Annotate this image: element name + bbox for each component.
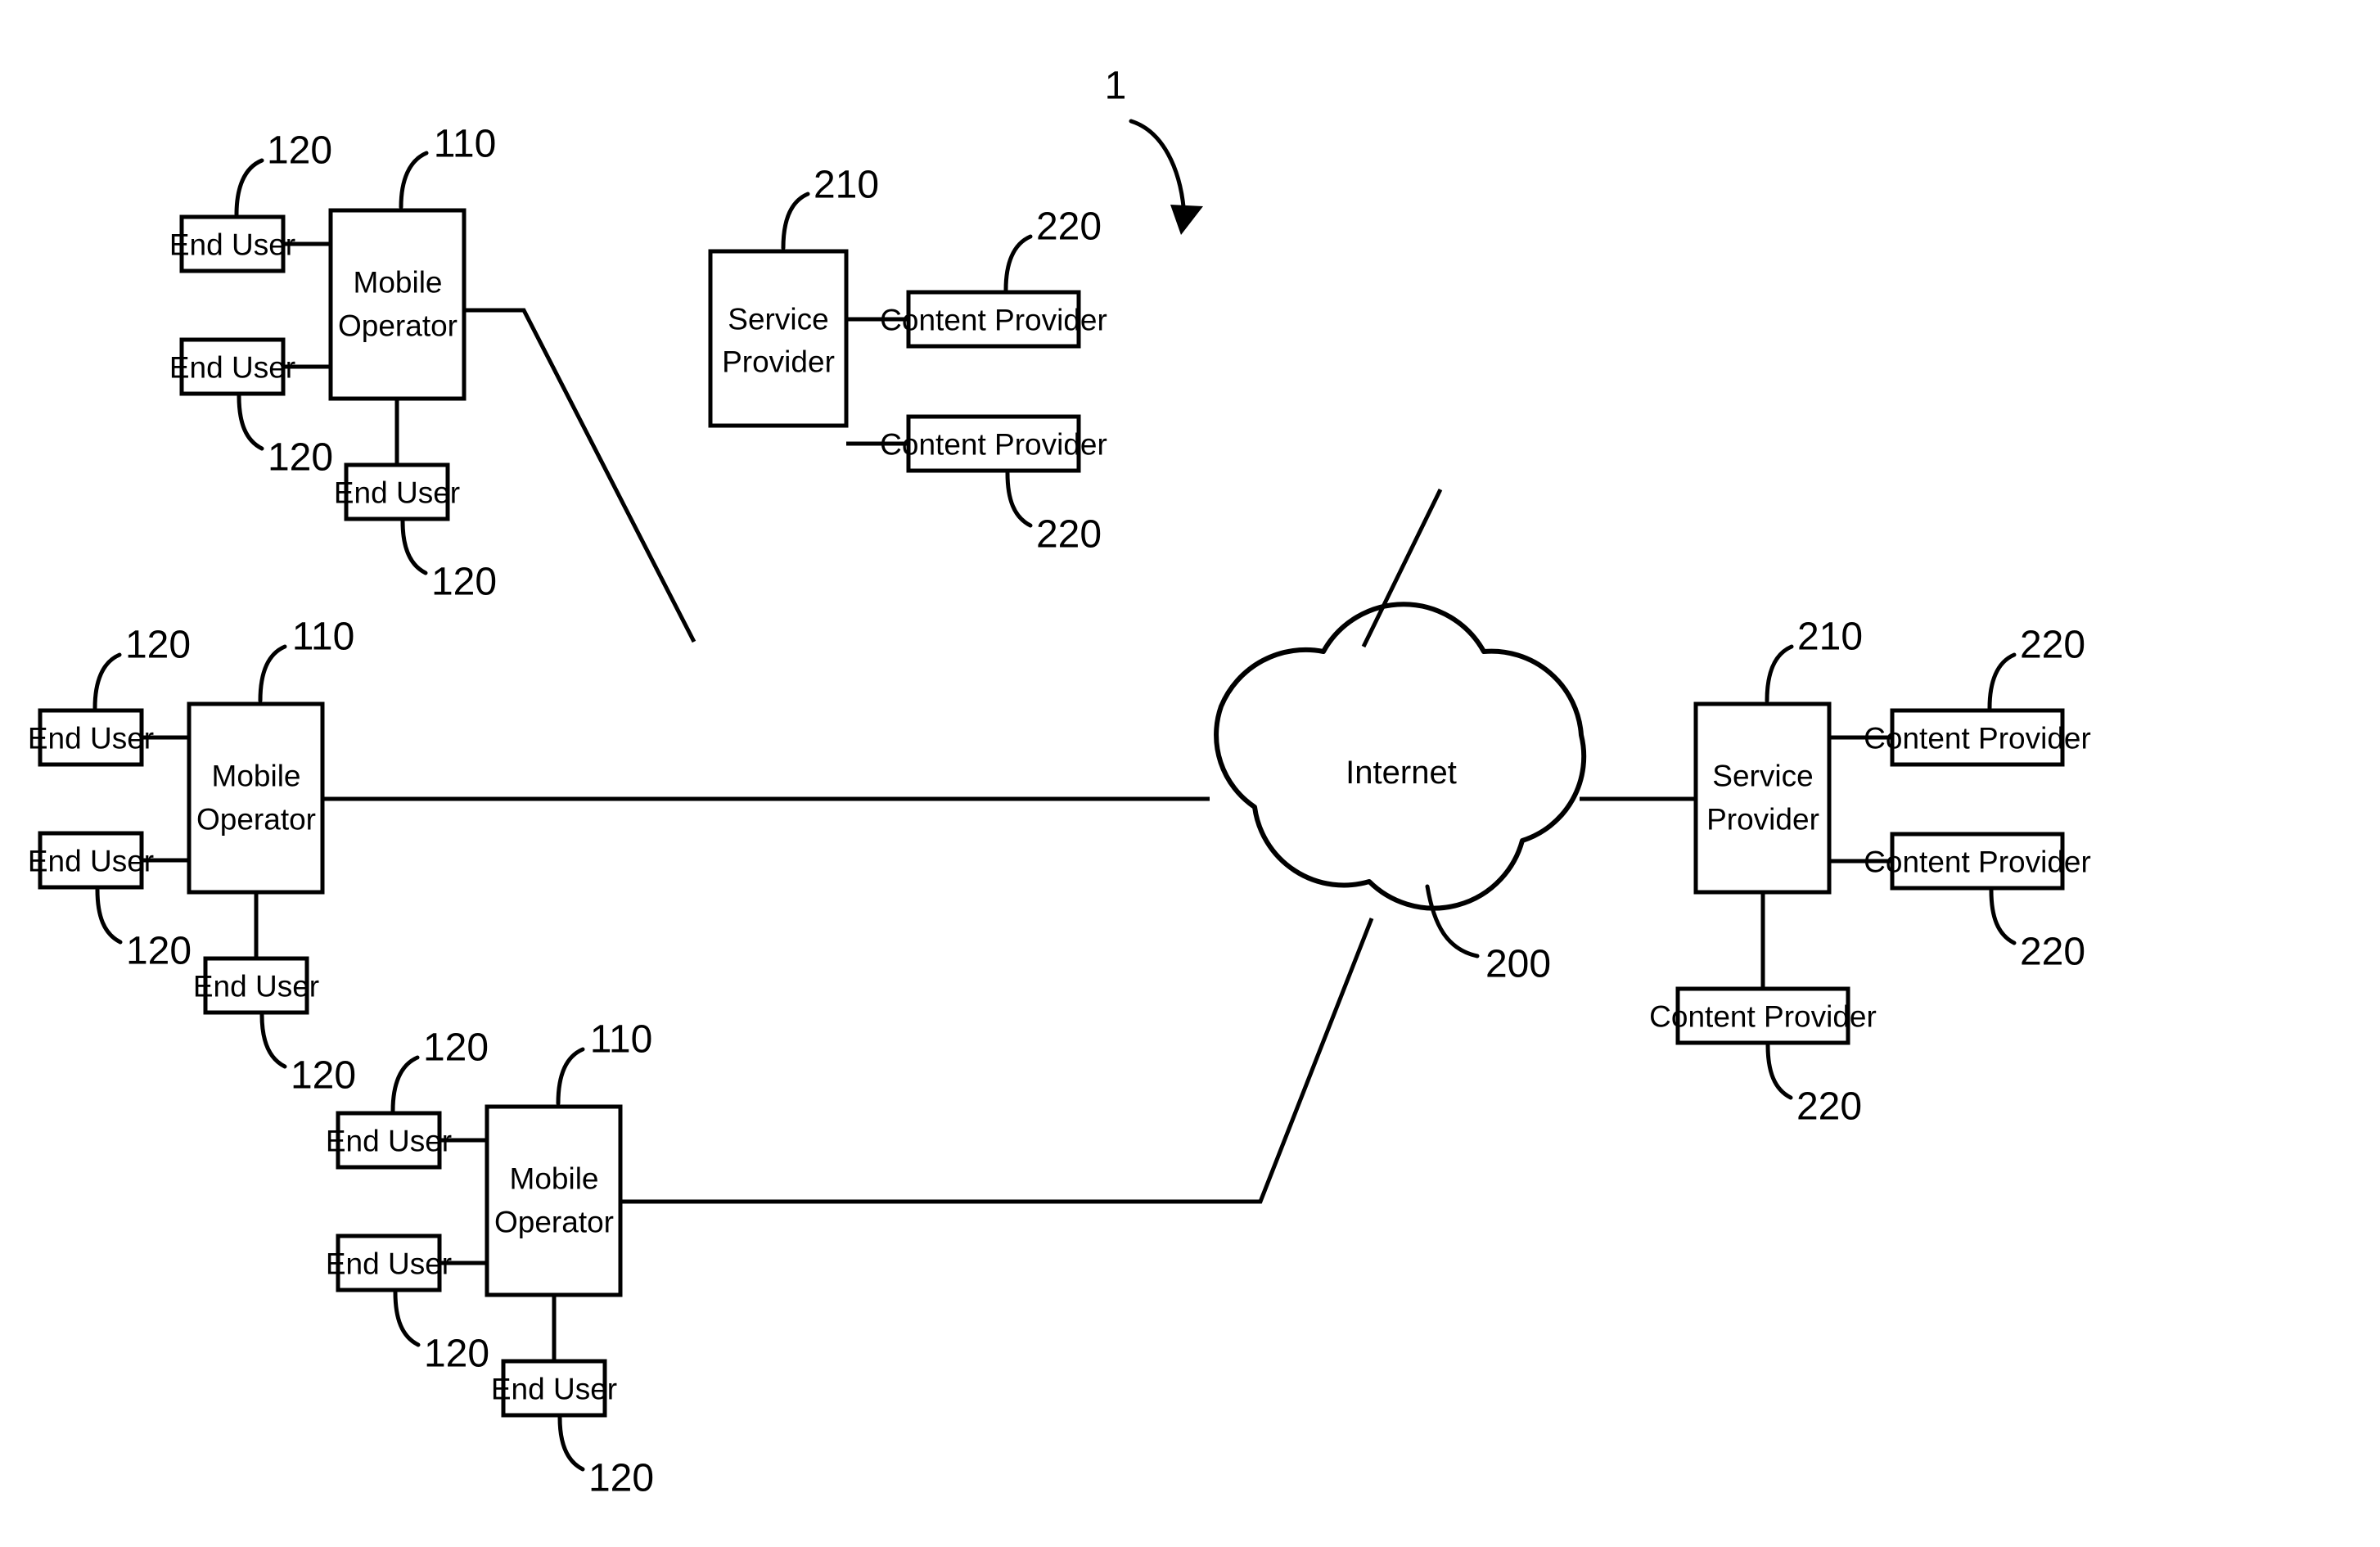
box-mobile-operator-label-1: Mobile — [354, 266, 443, 300]
ref-label-210: 210 — [1797, 616, 1863, 659]
figure-number-label: 1 — [1105, 65, 1127, 108]
figure-number-callout: 1 — [1105, 65, 1203, 235]
ref-label-120: 120 — [126, 930, 192, 973]
leader-mobile-operator-ref — [399, 151, 429, 210]
box-mobile-operator-label-2: Operator — [338, 309, 458, 343]
ref-label-110: 110 — [434, 123, 497, 166]
box-content-provider-label: Content Provider — [1864, 846, 2091, 879]
leader-end-user-ref — [390, 1055, 420, 1113]
box-end-user-label: End User — [28, 845, 154, 878]
box-service-provider-label-1: Service — [728, 303, 828, 336]
ref-label-120: 120 — [424, 1333, 489, 1376]
cluster-service-provider-middle: Service Provider 210 Content Provider 22… — [1580, 616, 2091, 1129]
leader-end-user-ref — [237, 394, 264, 451]
leader-content-provider-ref — [1989, 888, 2017, 945]
ref-label-120: 120 — [431, 561, 497, 604]
leader-end-user-ref — [234, 158, 264, 217]
patent-figure-1: 1 End User 120 End User 120 Mobile Opera… — [0, 0, 2380, 1547]
box-end-user-label: End User — [491, 1373, 617, 1406]
box-mobile-operator-label-1: Mobile — [510, 1162, 599, 1196]
box-content-provider-label: Content Provider — [1649, 1000, 1877, 1034]
box-service-provider[interactable] — [1693, 701, 1832, 895]
leader-content-provider-ref — [1765, 1043, 1793, 1100]
leader-end-user-ref — [400, 519, 428, 575]
box-mobile-operator-label-2: Operator — [196, 803, 316, 837]
figure-canvas: 1 End User 120 End User 120 Mobile Opera… — [28, 65, 2091, 1500]
box-mobile-operator[interactable] — [187, 701, 325, 895]
ref-label-120: 120 — [588, 1457, 654, 1500]
cluster-service-provider-top: Service Provider 210 Content Provider 22… — [708, 164, 1443, 648]
figure-arrow-head — [1170, 205, 1203, 235]
cluster-mobile-operator-bottom: End User 120 End User 120 Mobile Operato… — [326, 918, 1374, 1500]
box-mobile-operator-label-2: Operator — [494, 1206, 614, 1239]
box-mobile-operator-label-1: Mobile — [212, 760, 301, 793]
box-end-user-label: End User — [169, 228, 295, 262]
internet-cloud-group: Internet 200 — [1214, 602, 1587, 986]
box-end-user-label: End User — [334, 476, 460, 510]
link-operator-to-internet — [464, 308, 696, 643]
box-service-provider-label-2: Provider — [722, 345, 835, 379]
leader-service-provider-ref — [781, 192, 810, 250]
ref-label-220: 220 — [1796, 1085, 1862, 1129]
ref-label-120: 120 — [291, 1054, 356, 1098]
ref-label-200: 200 — [1485, 943, 1551, 986]
box-content-provider-label: Content Provider — [1864, 722, 2091, 755]
leader-content-provider-ref — [1987, 652, 2017, 710]
leader-end-user-ref — [92, 652, 122, 710]
ref-label-120: 120 — [423, 1026, 489, 1070]
box-service-provider[interactable] — [708, 249, 849, 428]
ref-label-220: 220 — [1036, 205, 1102, 249]
box-content-provider-label: Content Provider — [880, 304, 1107, 337]
box-service-provider-label-1: Service — [1712, 760, 1813, 793]
ref-label-120: 120 — [268, 436, 333, 480]
box-mobile-operator[interactable] — [485, 1104, 623, 1297]
ref-label-110: 110 — [590, 1018, 653, 1062]
box-end-user-label: End User — [28, 722, 154, 755]
box-end-user-label: End User — [169, 351, 295, 385]
link-operator-to-internet — [621, 918, 1374, 1204]
leader-end-user-ref — [95, 887, 123, 945]
leader-end-user-ref — [259, 1013, 287, 1069]
box-end-user-label: End User — [326, 1125, 452, 1158]
leader-end-user-ref — [557, 1415, 585, 1472]
internet-cloud-label: Internet — [1346, 755, 1457, 791]
leader-mobile-operator-ref — [258, 644, 287, 703]
box-end-user-label: End User — [326, 1247, 452, 1281]
box-mobile-operator[interactable] — [328, 208, 467, 401]
ref-label-210: 210 — [814, 164, 879, 207]
leader-end-user-ref — [393, 1290, 421, 1347]
cluster-mobile-operator-top: End User 120 End User 120 Mobile Operato… — [169, 123, 696, 643]
ref-label-220: 220 — [2020, 624, 2085, 667]
box-end-user-label: End User — [193, 970, 319, 1004]
box-service-provider-label-2: Provider — [1706, 803, 1819, 837]
leader-content-provider-ref — [1005, 471, 1033, 528]
box-content-provider-label: Content Provider — [880, 428, 1107, 462]
leader-service-provider-ref — [1765, 644, 1794, 703]
ref-label-120: 120 — [125, 624, 191, 667]
ref-label-220: 220 — [1036, 513, 1102, 557]
leader-content-provider-ref — [1003, 234, 1033, 292]
ref-label-220: 220 — [2020, 931, 2085, 974]
figure-arrow-curve — [1129, 119, 1187, 218]
ref-label-110: 110 — [292, 616, 355, 659]
leader-mobile-operator-ref — [556, 1047, 585, 1106]
ref-label-120: 120 — [267, 129, 332, 173]
